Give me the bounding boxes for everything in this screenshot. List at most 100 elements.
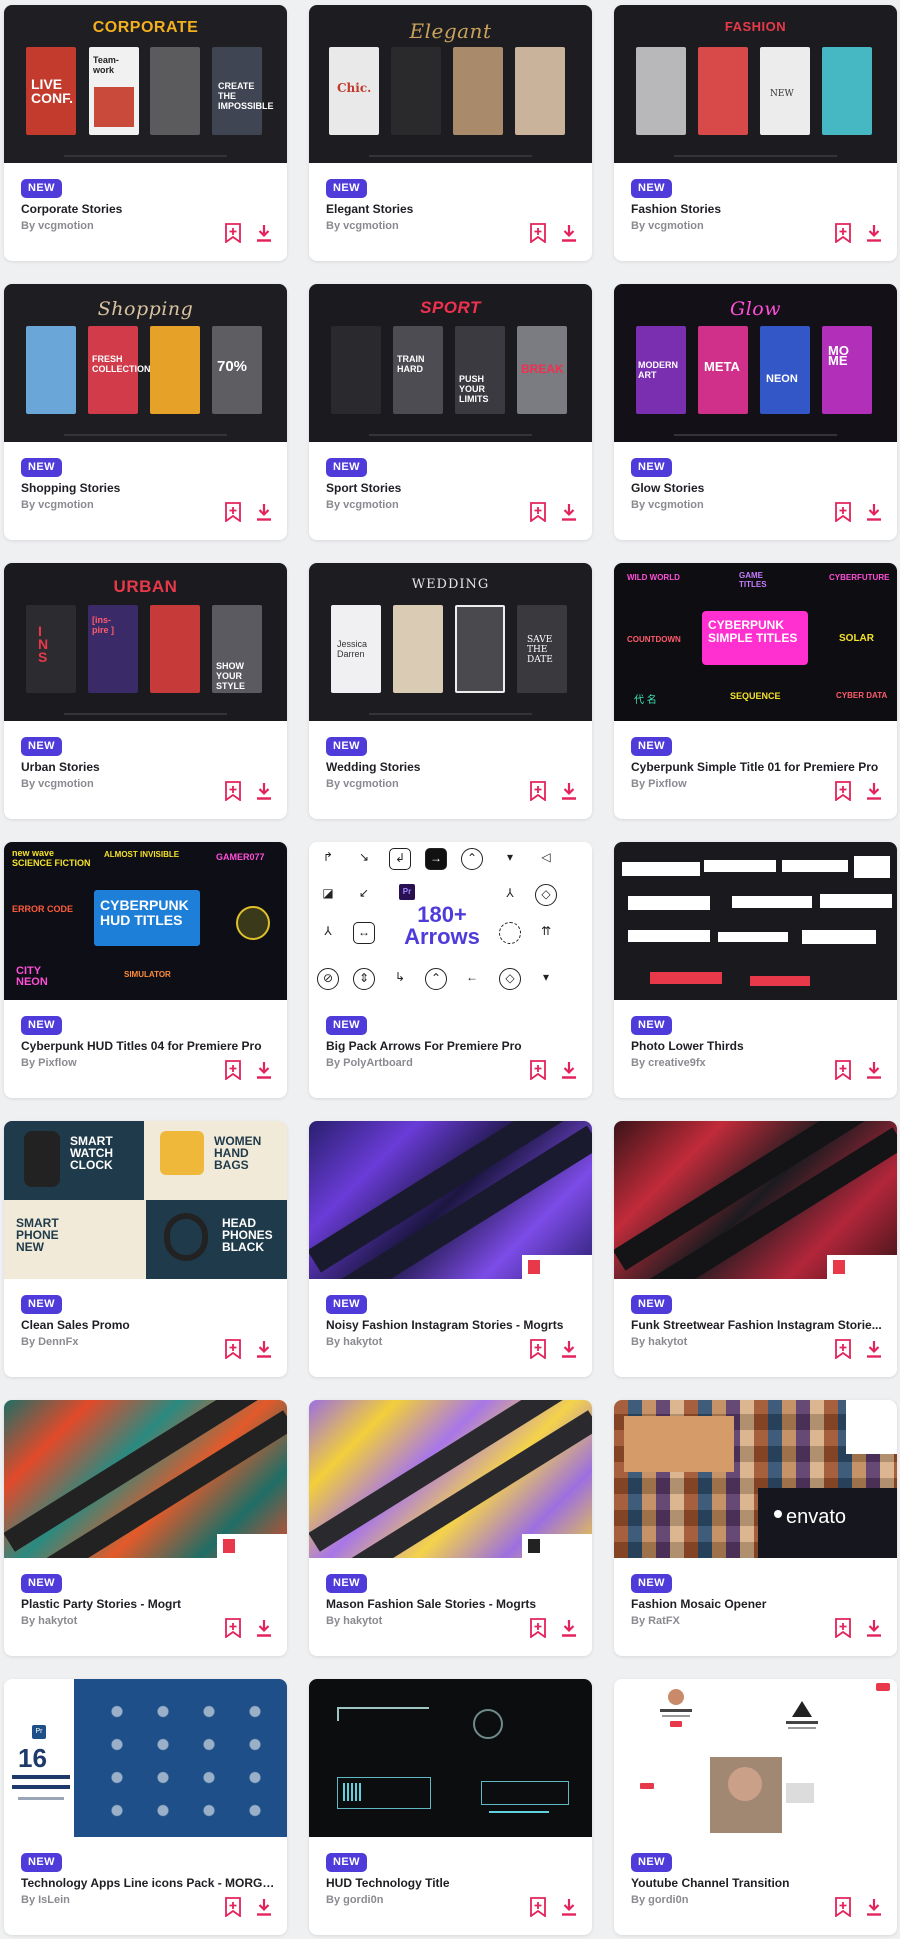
download-icon[interactable] — [557, 221, 581, 245]
card-thumbnail[interactable]: Glow MODERN ART META NEON MO ME — [614, 284, 897, 442]
bookmark-icon[interactable] — [831, 1616, 855, 1640]
card-thumbnail[interactable]: SMART WATCH CLOCK WOMEN HAND BAGS SMART PHONE… — [4, 1121, 287, 1279]
template-card[interactable]: CORPORATE LIVE CONF. Team-work CREATE THE I… — [4, 5, 287, 261]
card-title[interactable]: Fashion Mosaic Opener — [631, 1597, 885, 1611]
card-author[interactable]: By vcgmotion — [21, 220, 94, 232]
bookmark-icon[interactable] — [221, 1337, 245, 1361]
card-thumbnail[interactable]: FASHION NEW — [614, 5, 897, 163]
bookmark-icon[interactable] — [526, 1616, 550, 1640]
card-thumbnail[interactable] — [614, 1679, 897, 1837]
template-card[interactable]: envato NEW Fashion Mosaic Opener By RatF… — [614, 1400, 897, 1656]
download-icon[interactable] — [862, 1058, 886, 1082]
card-author[interactable]: By vcgmotion — [21, 499, 94, 511]
card-author[interactable]: By gordi0n — [631, 1894, 688, 1906]
download-icon[interactable] — [252, 1895, 276, 1919]
template-card[interactable]: NEW Mason Fashion Sale Stories - Mogrts … — [309, 1400, 592, 1656]
card-title[interactable]: Clean Sales Promo — [21, 1318, 275, 1332]
card-author[interactable]: By hakytot — [631, 1336, 687, 1348]
download-icon[interactable] — [252, 779, 276, 803]
template-card[interactable]: NEW Noisy Fashion Instagram Stories - Mo… — [309, 1121, 592, 1377]
card-author[interactable]: By vcgmotion — [631, 499, 704, 511]
card-author[interactable]: By DennFx — [21, 1336, 78, 1348]
download-icon[interactable] — [862, 221, 886, 245]
card-thumbnail[interactable] — [309, 1121, 592, 1279]
bookmark-icon[interactable] — [221, 779, 245, 803]
card-author[interactable]: By Pixflow — [631, 778, 687, 790]
card-author[interactable]: By hakytot — [326, 1615, 382, 1627]
download-icon[interactable] — [252, 1616, 276, 1640]
card-title[interactable]: Mason Fashion Sale Stories - Mogrts — [326, 1597, 580, 1611]
download-icon[interactable] — [557, 1337, 581, 1361]
card-thumbnail[interactable]: WILD WORLD GAME TITLES CYBERFUTURE COUNTD… — [614, 563, 897, 721]
template-card[interactable]: Pr 16 NEW Technology Apps Line icons Pac… — [4, 1679, 287, 1935]
card-title[interactable]: Wedding Stories — [326, 760, 580, 774]
card-title[interactable]: Shopping Stories — [21, 481, 275, 495]
bookmark-icon[interactable] — [221, 1895, 245, 1919]
template-card[interactable]: ↱ ↘ ↲ → ⌃ ▾ ◁ ◪ ↙ ⅄ ◇ ⅄ ↔ ⇈ ⊘ ⇕ ↳ ⌃ ← ◇ … — [309, 842, 592, 1098]
template-card[interactable]: new wave SCIENCE FICTION ALMOST INVISIBLE… — [4, 842, 287, 1098]
card-title[interactable]: Youtube Channel Transition — [631, 1876, 885, 1890]
card-title[interactable]: Elegant Stories — [326, 202, 580, 216]
bookmark-icon[interactable] — [831, 221, 855, 245]
card-author[interactable]: By PolyArtboard — [326, 1057, 413, 1069]
template-card[interactable]: NEW HUD Technology Title By gordi0n — [309, 1679, 592, 1935]
card-thumbnail[interactable]: URBAN INS [ins-pire ] SHOW YOUR STYLE — [4, 563, 287, 721]
download-icon[interactable] — [252, 1337, 276, 1361]
card-title[interactable]: Sport Stories — [326, 481, 580, 495]
download-icon[interactable] — [862, 500, 886, 524]
download-icon[interactable] — [252, 1058, 276, 1082]
bookmark-icon[interactable] — [831, 1058, 855, 1082]
card-title[interactable]: Photo Lower Thirds — [631, 1039, 885, 1053]
card-author[interactable]: By IsLein — [21, 1894, 70, 1906]
card-author[interactable]: By vcgmotion — [326, 220, 399, 232]
template-card[interactable]: Elegant Chic. NEW Elegant Stories By vcg… — [309, 5, 592, 261]
bookmark-icon[interactable] — [526, 1895, 550, 1919]
card-author[interactable]: By hakytot — [21, 1615, 77, 1627]
card-author[interactable]: By vcgmotion — [326, 499, 399, 511]
card-title[interactable]: Plastic Party Stories - Mogrt — [21, 1597, 275, 1611]
card-title[interactable]: Corporate Stories — [21, 202, 275, 216]
card-thumbnail[interactable]: ↱ ↘ ↲ → ⌃ ▾ ◁ ◪ ↙ ⅄ ◇ ⅄ ↔ ⇈ ⊘ ⇕ ↳ ⌃ ← ◇ … — [309, 842, 592, 1000]
card-author[interactable]: By vcgmotion — [631, 220, 704, 232]
card-thumbnail[interactable] — [309, 1400, 592, 1558]
download-icon[interactable] — [252, 221, 276, 245]
bookmark-icon[interactable] — [831, 500, 855, 524]
card-title[interactable]: Big Pack Arrows For Premiere Pro — [326, 1039, 580, 1053]
card-thumbnail[interactable]: SPORT TRAIN HARD PUSH YOUR LIMITS BREAK — [309, 284, 592, 442]
template-card[interactable]: SMART WATCH CLOCK WOMEN HAND BAGS SMART PHONE… — [4, 1121, 287, 1377]
card-thumbnail[interactable] — [614, 842, 897, 1000]
card-thumbnail[interactable]: Shopping FRESH COLLECTION 70% — [4, 284, 287, 442]
template-card[interactable]: WILD WORLD GAME TITLES CYBERFUTURE COUNTD… — [614, 563, 897, 819]
card-title[interactable]: Funk Streetwear Fashion Instagram Storie… — [631, 1318, 885, 1332]
card-thumbnail[interactable]: new wave SCIENCE FICTION ALMOST INVISIBLE… — [4, 842, 287, 1000]
download-icon[interactable] — [557, 1058, 581, 1082]
bookmark-icon[interactable] — [221, 1058, 245, 1082]
card-author[interactable]: By hakytot — [326, 1336, 382, 1348]
bookmark-icon[interactable] — [221, 1616, 245, 1640]
card-thumbnail[interactable] — [614, 1121, 897, 1279]
card-title[interactable]: Technology Apps Line icons Pack - MORGRT — [21, 1876, 275, 1890]
card-title[interactable]: Cyberpunk Simple Title 01 for Premiere P… — [631, 760, 885, 774]
bookmark-icon[interactable] — [831, 1337, 855, 1361]
template-card[interactable]: NEW Plastic Party Stories - Mogrt By hak… — [4, 1400, 287, 1656]
template-card[interactable]: FASHION NEW NEW Fashion Stories By vcgmo… — [614, 5, 897, 261]
template-card[interactable]: NEW Youtube Channel Transition By gordi0… — [614, 1679, 897, 1935]
bookmark-icon[interactable] — [526, 779, 550, 803]
card-author[interactable]: By gordi0n — [326, 1894, 383, 1906]
bookmark-icon[interactable] — [221, 500, 245, 524]
template-card[interactable]: URBAN INS [ins-pire ] SHOW YOUR STYLE NEW … — [4, 563, 287, 819]
bookmark-icon[interactable] — [526, 1337, 550, 1361]
download-icon[interactable] — [557, 500, 581, 524]
bookmark-icon[interactable] — [831, 1895, 855, 1919]
template-card[interactable]: NEW Photo Lower Thirds By creative9fx — [614, 842, 897, 1098]
card-thumbnail[interactable]: envato — [614, 1400, 897, 1558]
bookmark-icon[interactable] — [526, 1058, 550, 1082]
download-icon[interactable] — [862, 1337, 886, 1361]
card-title[interactable]: HUD Technology Title — [326, 1876, 580, 1890]
bookmark-icon[interactable] — [526, 221, 550, 245]
template-card[interactable]: Shopping FRESH COLLECTION 70% NEW Shoppin… — [4, 284, 287, 540]
card-thumbnail[interactable]: WEDDING Jessica Darren SAVE THE DATE — [309, 563, 592, 721]
download-icon[interactable] — [862, 1895, 886, 1919]
download-icon[interactable] — [557, 779, 581, 803]
template-card[interactable]: SPORT TRAIN HARD PUSH YOUR LIMITS BREAK NE… — [309, 284, 592, 540]
